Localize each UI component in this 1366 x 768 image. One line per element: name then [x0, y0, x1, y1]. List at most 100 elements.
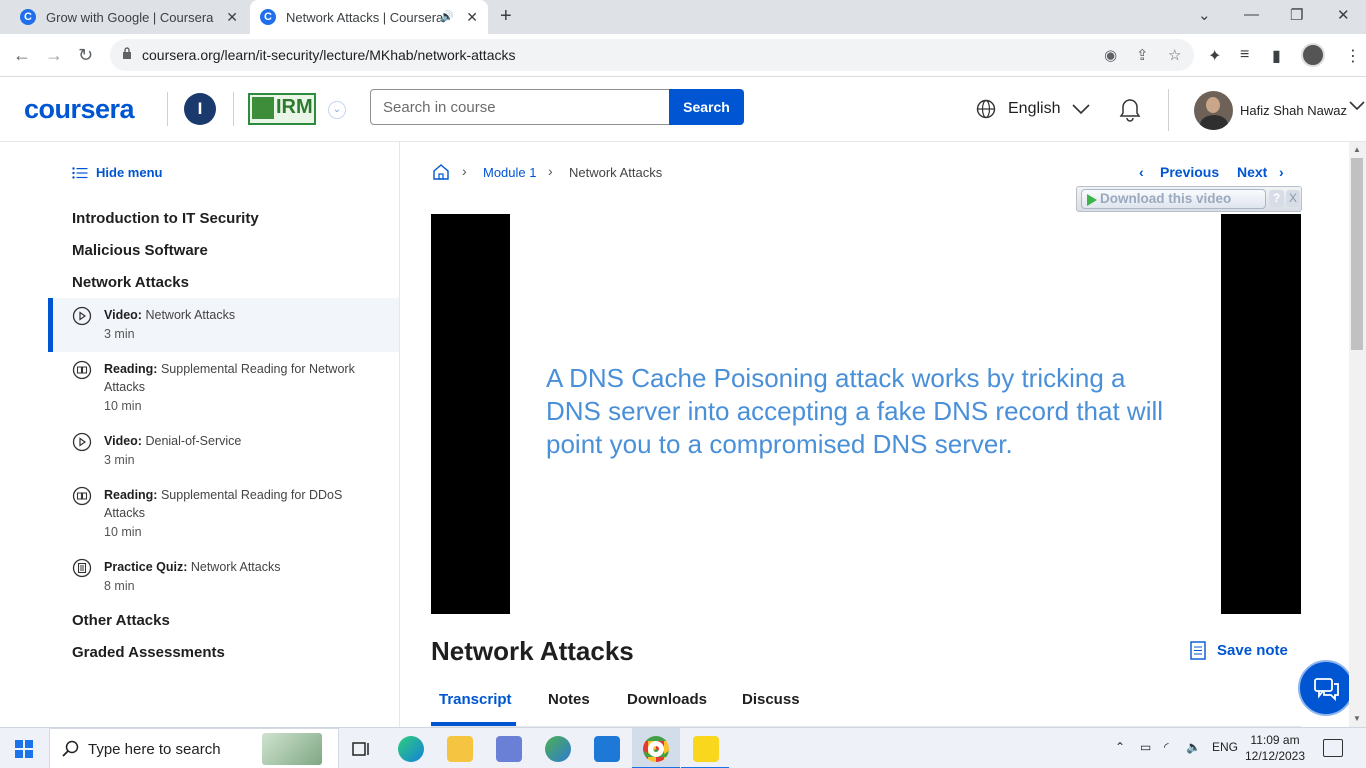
item-kind: Video:	[104, 434, 142, 448]
omnibox[interactable]: coursera.org/learn/it-security/lecture/M…	[110, 39, 1194, 71]
item-kind: Practice Quiz:	[104, 560, 188, 574]
coursera-logo[interactable]: coursera	[24, 94, 135, 125]
sidebar-item-video-denial-of-service[interactable]: Video: Denial-of-Service 3 min	[48, 424, 399, 478]
media-queue-icon[interactable]: ≡	[1240, 46, 1249, 64]
tab-transcript[interactable]: Transcript	[439, 691, 512, 708]
avatar[interactable]	[1194, 91, 1233, 130]
minimize-icon[interactable]: —	[1244, 6, 1259, 23]
taskbar-clock[interactable]: 11:09 am 12/12/2023	[1240, 732, 1310, 764]
avatar-face	[1206, 97, 1220, 113]
forward-icon[interactable]: →	[45, 45, 63, 66]
scroll-up-icon[interactable]: ▲	[1353, 145, 1361, 154]
close-tab-icon[interactable]: ✕	[226, 9, 238, 26]
next-chevron-icon[interactable]: ›	[1279, 164, 1284, 180]
irm-logo[interactable]: IRM	[248, 93, 316, 125]
module-heading[interactable]: Other Attacks	[72, 612, 170, 629]
module-heading[interactable]: Network Attacks	[72, 274, 189, 291]
help-button[interactable]: ?	[1269, 190, 1284, 207]
reload-icon[interactable]: ↻	[78, 45, 93, 66]
sticky-notes-icon[interactable]	[693, 736, 719, 762]
list-icon	[72, 166, 88, 179]
show-hidden-icons-chevron-icon[interactable]: ⌃	[1115, 740, 1125, 754]
back-icon[interactable]: ←	[13, 45, 31, 66]
close-tab-icon[interactable]: ✕	[466, 9, 478, 26]
extensions-puzzle-icon[interactable]: ✦	[1208, 46, 1221, 66]
irm-logo-text: IRM	[276, 96, 313, 118]
play-circle-icon	[72, 432, 92, 452]
close-window-icon[interactable]: ✕	[1337, 6, 1350, 24]
taskbar-search-placeholder: Type here to search	[88, 741, 221, 758]
search-icon	[62, 740, 79, 757]
download-video-button[interactable]: Download this video	[1081, 189, 1266, 209]
previous-chevron-icon[interactable]: ‹	[1139, 164, 1144, 180]
next-button[interactable]: Next	[1237, 164, 1267, 180]
browser-tab-network-attacks[interactable]: C Network Attacks | Coursera 🔊 ✕	[250, 0, 488, 34]
video-player[interactable]: A DNS Cache Poisoning attack works by tr…	[431, 214, 1301, 614]
input-language[interactable]: ENG	[1212, 740, 1238, 754]
tab-downloads[interactable]: Downloads	[627, 691, 707, 708]
browser-menu-icon[interactable]: ⋮	[1345, 46, 1361, 66]
address-bar-row: ← → ↻ coursera.org/learn/it-security/lec…	[0, 34, 1366, 77]
module-heading[interactable]: Introduction to IT Security	[72, 210, 259, 227]
file-explorer-icon[interactable]	[447, 736, 473, 762]
url-text: coursera.org/learn/it-security/lecture/M…	[142, 47, 516, 63]
browser-profile-avatar[interactable]	[1301, 43, 1325, 67]
item-duration: 3 min	[104, 327, 135, 341]
download-label: Download this video	[1100, 191, 1232, 206]
play-circle-icon	[72, 306, 92, 326]
notifications-bell-icon[interactable]	[1117, 97, 1143, 123]
tab-search-chevron-icon[interactable]: ⌄	[1198, 6, 1211, 24]
mail-icon[interactable]	[594, 736, 620, 762]
new-tab-icon[interactable]: +	[500, 5, 512, 28]
taskbar-search-box[interactable]: Type here to search	[49, 728, 339, 768]
hide-menu-button[interactable]: Hide menu	[72, 165, 162, 180]
share-icon[interactable]: ⇪	[1136, 46, 1149, 64]
browser-tab-grow-with-google[interactable]: C Grow with Google | Coursera ✕	[8, 0, 248, 34]
chevron-down-icon[interactable]	[1349, 101, 1365, 111]
org-logo-initial[interactable]: I	[184, 93, 216, 125]
scroll-down-icon[interactable]: ▼	[1353, 714, 1361, 723]
search-input[interactable]: Search in course	[370, 89, 670, 125]
battery-icon[interactable]: ▭	[1140, 740, 1151, 754]
wifi-icon[interactable]: ◜	[1164, 740, 1169, 754]
module-heading[interactable]: Graded Assessments	[72, 644, 225, 661]
tab-notes[interactable]: Notes	[548, 691, 590, 708]
side-panel-icon[interactable]: ▮	[1272, 46, 1281, 66]
notifications-icon[interactable]	[1323, 739, 1343, 757]
network-app-icon[interactable]	[545, 736, 571, 762]
chrome-icon[interactable]	[643, 736, 669, 762]
windows-start-icon[interactable]	[15, 740, 33, 758]
chat-button[interactable]	[1298, 660, 1354, 716]
microsoft-store-icon[interactable]	[496, 736, 522, 762]
home-icon[interactable]	[432, 163, 450, 181]
save-note-button[interactable]: Save note	[1190, 641, 1288, 660]
sidebar-item-reading-network-attacks[interactable]: Reading: Supplemental Reading for Networ…	[48, 352, 399, 424]
book-icon	[72, 486, 92, 506]
bookmark-star-icon[interactable]: ☆	[1168, 46, 1181, 64]
previous-button[interactable]: Previous	[1160, 164, 1219, 180]
sidebar-item-reading-ddos[interactable]: Reading: Supplemental Reading for DDoS A…	[48, 478, 399, 550]
edge-browser-icon[interactable]	[398, 736, 424, 762]
language-selector[interactable]: English	[976, 99, 1091, 119]
eye-icon[interactable]: ◉	[1104, 46, 1117, 64]
volume-icon[interactable]: 🔈	[1186, 740, 1201, 754]
org-switcher-chevron-icon[interactable]: ⌄	[328, 101, 346, 119]
search-button[interactable]: Search	[669, 89, 744, 125]
coursera-favicon-icon: C	[260, 9, 276, 25]
active-tab-indicator	[431, 722, 516, 726]
module-heading[interactable]: Malicious Software	[72, 242, 208, 259]
close-button[interactable]: X	[1286, 190, 1300, 207]
page-scrollbar[interactable]: ▲ ▼	[1349, 142, 1366, 727]
search-placeholder: Search in course	[383, 98, 496, 116]
clock-time: 11:09 am	[1250, 733, 1300, 747]
tab-discuss[interactable]: Discuss	[742, 691, 800, 708]
sidebar-item-video-network-attacks[interactable]: Video: Network Attacks 3 min	[48, 298, 399, 352]
task-view-icon[interactable]	[348, 736, 374, 762]
scrollbar-thumb[interactable]	[1351, 158, 1363, 350]
item-title: Denial-of-Service	[145, 434, 242, 448]
restore-icon[interactable]: ❐	[1290, 6, 1303, 24]
breadcrumb-module[interactable]: Module 1	[483, 165, 536, 180]
sidebar-item-practice-quiz[interactable]: Practice Quiz: Network Attacks 8 min	[48, 550, 399, 604]
user-name[interactable]: Hafiz Shah Nawaz	[1240, 103, 1347, 118]
speaker-icon[interactable]: 🔊	[440, 10, 454, 23]
